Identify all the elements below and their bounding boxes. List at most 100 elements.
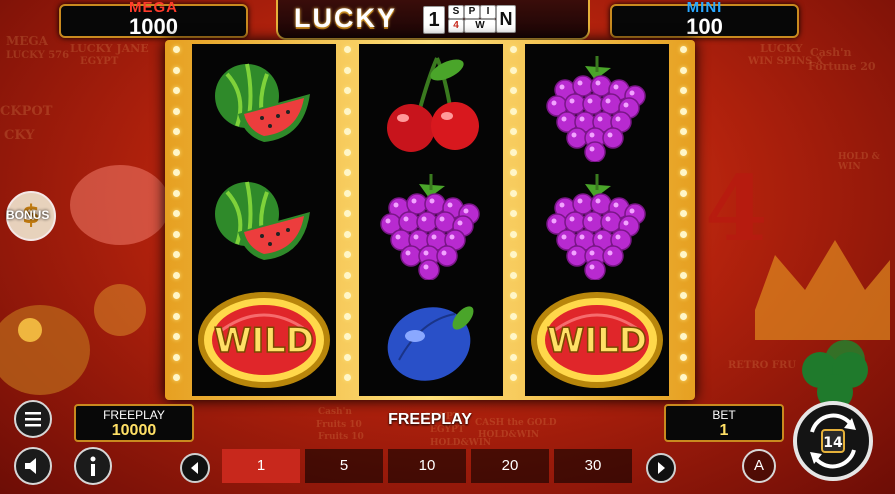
bet-value: 1 — [719, 422, 729, 439]
freeplay-balance-label: FREEPLAY — [103, 408, 165, 422]
info-icon — [90, 456, 96, 476]
line-option[interactable]: 10 — [388, 449, 466, 483]
logo-tile: N — [496, 5, 516, 33]
light-dot — [680, 271, 687, 279]
light-dot — [510, 353, 517, 361]
svg-text:4: 4 — [705, 160, 768, 262]
light-dot — [344, 66, 351, 74]
spin-button[interactable]: 14 — [792, 400, 874, 482]
bg-text: CKY — [4, 128, 35, 143]
light-dot — [680, 128, 687, 135]
light-dot — [510, 271, 517, 279]
line-option[interactable]: 1 — [222, 449, 300, 483]
reel-2 — [359, 44, 503, 396]
plum-symbol — [359, 280, 503, 396]
light-dot — [173, 210, 180, 217]
light-dot — [173, 251, 180, 258]
light-dot — [344, 189, 351, 197]
light-dot — [510, 292, 517, 299]
light-dot — [173, 169, 180, 176]
light-dot — [510, 374, 517, 381]
arrow-left-icon — [191, 462, 198, 474]
logo-tile: S — [448, 5, 464, 19]
svg-text:WILD: WILD — [214, 321, 314, 361]
line-option[interactable]: 20 — [471, 449, 549, 483]
speaker-icon — [25, 458, 36, 474]
light-dot — [510, 210, 517, 217]
light-dot — [173, 66, 180, 74]
light-dot — [173, 292, 180, 299]
light-dot — [510, 148, 517, 156]
light-dot — [173, 333, 180, 340]
light-dot — [680, 312, 687, 320]
light-dot — [344, 312, 351, 320]
logo-tile: P — [464, 5, 480, 19]
line-option[interactable]: 30 — [554, 449, 632, 483]
svg-text:14: 14 — [823, 435, 843, 451]
lines-next-button[interactable] — [646, 453, 676, 483]
mini-jackpot: MINI 100 — [610, 0, 799, 39]
light-dot — [173, 271, 180, 279]
light-dot — [680, 46, 687, 53]
light-dot — [344, 230, 351, 238]
light-dot — [173, 353, 180, 361]
light-dot — [510, 107, 517, 115]
pig-decor-icon — [70, 165, 170, 245]
spin-icon: 14 — [793, 401, 873, 481]
light-dot — [344, 210, 351, 217]
light-dot — [680, 210, 687, 217]
grapes-icon — [380, 174, 480, 280]
light-dot — [344, 374, 351, 381]
line-option[interactable]: 5 — [305, 449, 383, 483]
light-dot — [510, 333, 517, 340]
reel-3: WILD — [525, 44, 669, 396]
light-dot — [680, 66, 687, 74]
svg-text:WILD: WILD — [547, 321, 647, 361]
light-dot — [173, 374, 180, 381]
bg-text: LUCKY JANE — [70, 42, 149, 55]
game-logo: LUCKY 1 S P I N 4 W — [276, 0, 590, 40]
light-dot — [680, 87, 687, 94]
light-dot — [680, 169, 687, 176]
bet-display: BET 1 — [664, 404, 784, 442]
light-dot — [510, 169, 517, 176]
bet-label: BET — [712, 408, 736, 422]
hamburger-icon — [25, 412, 41, 427]
info-button[interactable] — [74, 447, 112, 485]
bg-text: EGYPT — [80, 56, 119, 67]
watermelon-symbol — [192, 46, 336, 162]
light-dot — [344, 148, 351, 156]
light-dot — [173, 312, 180, 320]
light-dot — [510, 128, 517, 135]
menu-button[interactable] — [14, 400, 52, 438]
plum-icon — [387, 306, 474, 381]
freeplay-balance: FREEPLAY 10000 — [74, 404, 194, 442]
light-dot — [680, 292, 687, 299]
watermelon-icon — [215, 181, 310, 260]
bg-text: Cash'n — [810, 46, 852, 59]
logo-tile: I — [480, 5, 496, 19]
reel-divider — [171, 46, 181, 394]
light-dot — [680, 251, 687, 258]
lines-selector: 1 5 10 20 30 — [174, 449, 684, 483]
light-dot — [510, 230, 517, 238]
light-dot — [173, 107, 180, 115]
watermelon-icon — [215, 63, 310, 142]
grapes-icon — [546, 174, 646, 280]
watermelon-symbol — [192, 164, 336, 280]
bg-text: HOLD&WIN — [430, 438, 492, 448]
mega-jackpot: MEGA 1000 — [59, 0, 248, 39]
logo-word: LUCKY — [294, 3, 397, 33]
logo-tile: 1 — [423, 6, 445, 34]
mega-jackpot-value: 1000 — [129, 14, 178, 39]
lines-prev-button[interactable] — [180, 453, 210, 483]
freeplay-banner: FREEPLAY — [388, 411, 472, 428]
reels-frame: WILD WILD — [165, 40, 695, 400]
logo-tile: 4 — [448, 19, 464, 33]
bonus-button[interactable]: $ BONUS — [2, 190, 60, 242]
light-dot — [510, 87, 517, 94]
autoplay-button[interactable]: A — [742, 449, 776, 483]
grapes-symbol — [359, 164, 503, 280]
sound-button[interactable] — [14, 447, 52, 485]
grapes-icon — [546, 56, 646, 162]
